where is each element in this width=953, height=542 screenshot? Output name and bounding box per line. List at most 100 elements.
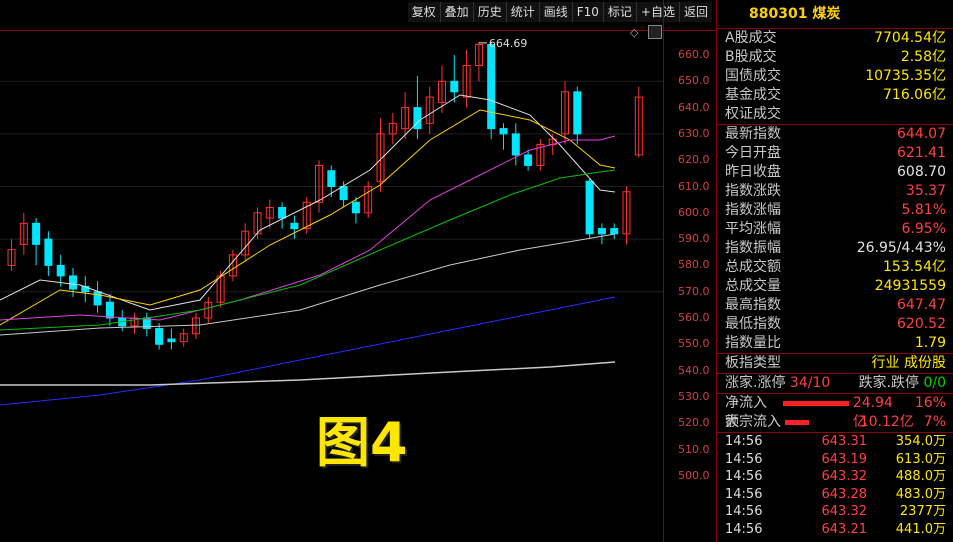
- candle-body: [167, 338, 176, 343]
- price-tick: 630.0: [678, 126, 710, 140]
- toolbar-button-5[interactable]: F10: [571, 2, 603, 22]
- price-tick: 640.0: [678, 100, 710, 114]
- toolbar-button-0[interactable]: 复权: [408, 2, 440, 22]
- toolbar-button-3[interactable]: 统计: [505, 2, 539, 22]
- trade-price: 643.19: [821, 451, 868, 467]
- scroll-button[interactable]: [648, 25, 662, 39]
- candle-body: [32, 222, 41, 245]
- row-label: 指数涨跌: [725, 183, 781, 199]
- trade-time: 14:56: [725, 504, 763, 519]
- row-value: 5.81%: [901, 202, 946, 218]
- flow-pct: 7%: [923, 414, 946, 430]
- index-row: 总成交额 153.54亿: [717, 258, 953, 277]
- candle-body: [610, 228, 619, 235]
- price-tick: 650.0: [678, 74, 710, 88]
- candle-body: [585, 180, 594, 235]
- price-tick: 520.0: [678, 416, 710, 430]
- trades-block: 14:56 643.31 354.0万 14:56 643.19 613.0万 14:56 6…: [717, 433, 953, 538]
- flow-row: 净流入额 24.94亿 16%: [717, 394, 953, 430]
- row-label: 最新指数: [725, 126, 781, 142]
- candle-body: [93, 291, 102, 306]
- ma250-line: [0, 361, 616, 386]
- toolbar-button-4[interactable]: 画线: [538, 2, 572, 22]
- candle-body: [278, 207, 287, 219]
- trade-row: 14:56 643.32 2377万: [717, 503, 953, 521]
- turnover-row: B股成交 2.58亿: [717, 48, 953, 67]
- candle-body: [597, 228, 606, 235]
- index-row: 指数振幅 26.95/4.43%: [717, 239, 953, 258]
- index-row: 指数涨跌 35.37: [717, 182, 953, 201]
- toolbar-button-6[interactable]: 标记: [602, 2, 636, 22]
- trade-time: 14:56: [725, 486, 763, 502]
- row-value: 621.41: [897, 145, 946, 161]
- index-block: 最新指数 644.07 今日开盘 621.41 昨日收盘 608.70 指数涨跌 35.37 指…: [717, 125, 953, 354]
- row-label: 权证成交: [725, 106, 781, 122]
- candle-body: [351, 201, 360, 214]
- top-divider: [0, 30, 716, 31]
- ma20-line: [0, 135, 616, 321]
- row-label: 最低指数: [725, 316, 781, 332]
- price-tick: 600.0: [678, 205, 710, 219]
- candle-body: [56, 264, 65, 277]
- turnover-row: 权证成交: [717, 105, 953, 124]
- price-tick: 550.0: [678, 337, 710, 351]
- row-label: 昨日收盘: [725, 164, 781, 180]
- candle-body: [573, 91, 582, 135]
- toolbar-button-2[interactable]: 历史: [472, 2, 506, 22]
- row-label: 指数量比: [725, 335, 781, 351]
- price-tick: 660.0: [678, 48, 710, 61]
- high-marker-label: 664.69: [489, 37, 528, 50]
- trade-row: 14:56 643.32 488.0万: [717, 468, 953, 486]
- row-label: 平均涨幅: [725, 221, 781, 237]
- turnover-row: A股成交 7704.54亿: [717, 29, 953, 48]
- candle-body: [524, 154, 533, 166]
- row-value: 647.47: [897, 297, 946, 313]
- row-value: 24931559: [874, 278, 946, 294]
- candle-body: [339, 186, 348, 201]
- ma60-line: [0, 233, 616, 336]
- index-row: 最高指数 647.47: [717, 296, 953, 315]
- flow-value: 24.94亿: [852, 395, 893, 430]
- index-row: 总成交量 24931559: [717, 277, 953, 296]
- row-value: 6.95%: [901, 221, 946, 237]
- trade-row: 14:56 643.28 483.0万: [717, 486, 953, 504]
- trade-volume: 483.0万: [895, 486, 946, 502]
- index-row: 指数量比 1.79: [717, 334, 953, 353]
- trade-volume: 488.0万: [895, 469, 946, 484]
- price-tick: 540.0: [678, 363, 710, 377]
- flow-value: 10.12亿: [859, 414, 914, 430]
- figure-label: 图4: [316, 411, 408, 474]
- panel-title: 880301 煤炭: [717, 0, 953, 29]
- row-label: A股成交: [725, 30, 777, 46]
- index-row: 今日开盘 621.41: [717, 144, 953, 163]
- candle-body: [511, 133, 520, 156]
- flow-pct: 16%: [914, 395, 946, 411]
- index-row: 最新指数 644.07: [717, 125, 953, 144]
- row-label: 基金成交: [725, 87, 781, 103]
- trade-price: 643.32: [821, 469, 868, 484]
- row-value: 644.07: [897, 126, 946, 142]
- toolbar-button-1[interactable]: 叠加: [439, 2, 473, 22]
- turnover-row: 国债成交 10735.35亿: [717, 67, 953, 86]
- candle-body: [450, 80, 459, 93]
- trade-volume: 354.0万: [895, 434, 946, 449]
- trade-price: 643.32: [821, 504, 868, 519]
- trade-row: 14:56 643.19 613.0万: [717, 451, 953, 469]
- candle-body: [105, 301, 114, 319]
- row-label: 今日开盘: [725, 145, 781, 161]
- index-row: 指数涨幅 5.81%: [717, 201, 953, 220]
- price-tick: 580.0: [678, 258, 710, 272]
- trade-time: 14:56: [725, 521, 763, 537]
- trade-row: 14:56 643.31 354.0万: [717, 433, 953, 451]
- board-type-row: 板指类型 行业 成份股: [717, 354, 953, 374]
- row-value: 716.06亿: [883, 87, 946, 103]
- turnover-block: A股成交 7704.54亿 B股成交 2.58亿 国债成交 10735.35亿 基金成交 71…: [717, 29, 953, 125]
- candle-body: [44, 238, 53, 266]
- diamond-icon[interactable]: ◇: [630, 26, 638, 39]
- candle-body: [499, 128, 508, 135]
- row-value: 26.95/4.43%: [856, 240, 946, 256]
- trade-time: 14:56: [725, 469, 763, 484]
- trade-row: 14:56 643.21 441.0万: [717, 521, 953, 539]
- kline-chart-area[interactable]: 664.69 ◇ 复权 叠加 历史 统计 画线 F10 标记 +自选 返回 660.0 650.0…: [0, 0, 716, 542]
- candle-body: [155, 328, 164, 345]
